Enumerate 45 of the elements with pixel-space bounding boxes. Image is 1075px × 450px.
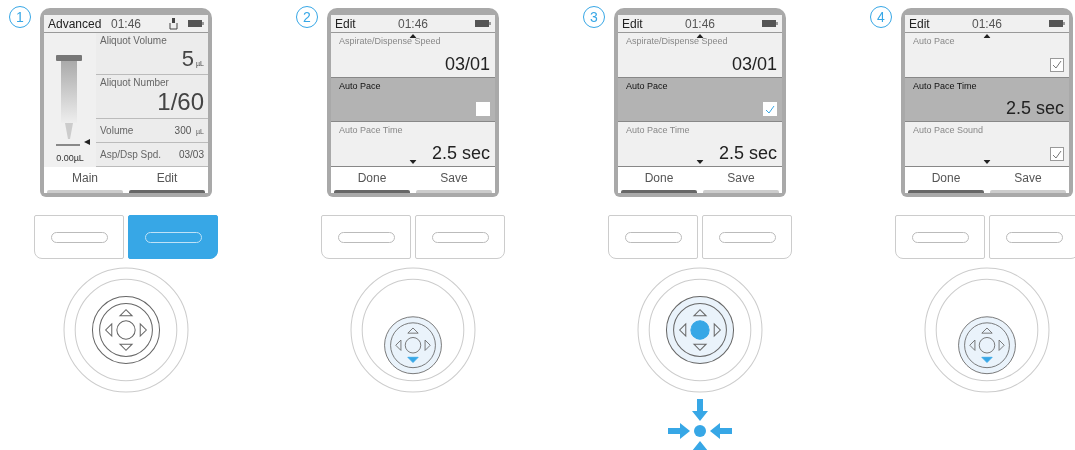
softkey-label[interactable]: Done	[931, 167, 961, 185]
soft-button[interactable]	[321, 215, 411, 259]
softkey-label[interactable]: Save	[1014, 167, 1042, 185]
field-value: 1/60	[156, 88, 204, 116]
checkbox[interactable]	[1050, 57, 1064, 72]
soft-button[interactable]	[702, 215, 792, 259]
scroll-down-icon	[696, 160, 704, 164]
joystick-drawing[interactable]	[63, 267, 189, 393]
battery-icon	[188, 20, 204, 27]
softkey-label[interactable]: Done	[644, 167, 674, 185]
menu-row[interactable]: Auto Pace Time 2.5 sec	[905, 77, 1069, 123]
field-label: Volume	[100, 125, 134, 136]
menu-row[interactable]: Auto Pace	[618, 77, 782, 123]
softkey-label[interactable]: Save	[440, 167, 468, 185]
softkey-label[interactable]: Done	[357, 167, 387, 185]
clock-time: 01:46	[972, 16, 1002, 31]
softkey-label[interactable]: Save	[727, 167, 755, 185]
joystick-drawing[interactable]	[637, 267, 763, 393]
joystick-drawing[interactable]	[924, 267, 1050, 393]
field-value: 03/03	[178, 149, 204, 160]
joystick-drawing[interactable]	[350, 267, 476, 393]
soft-button[interactable]	[989, 215, 1075, 259]
soft-button[interactable]	[415, 215, 505, 259]
screen-title: Edit	[622, 16, 643, 31]
field-label: Asp/Dsp Spd.	[100, 149, 162, 160]
clock-time: 01:46	[685, 16, 715, 31]
soft-button[interactable]	[608, 215, 698, 259]
soft-button[interactable]	[895, 215, 985, 259]
menu-row[interactable]: Auto Pace	[331, 77, 495, 123]
softkey-label[interactable]: Edit	[156, 167, 178, 185]
soft-button[interactable]	[34, 215, 124, 259]
screen-title: Edit	[335, 16, 356, 31]
clock-time: 01:46	[111, 16, 141, 31]
soft-button[interactable]	[128, 215, 218, 259]
screen-title: Edit	[909, 16, 930, 31]
field-label: Aliquot Volume	[100, 35, 168, 46]
field-label: Aliquot Number	[100, 77, 170, 88]
softkey-label[interactable]: Main	[72, 167, 98, 185]
scroll-down-icon	[983, 160, 991, 164]
press-icon	[668, 399, 732, 450]
tip-volume: 0.00µL	[56, 153, 84, 163]
clock-time: 01:46	[398, 16, 428, 31]
scroll-down-icon	[409, 160, 417, 164]
checkbox[interactable]	[1050, 147, 1064, 161]
screen-title: Advanced	[48, 16, 102, 31]
